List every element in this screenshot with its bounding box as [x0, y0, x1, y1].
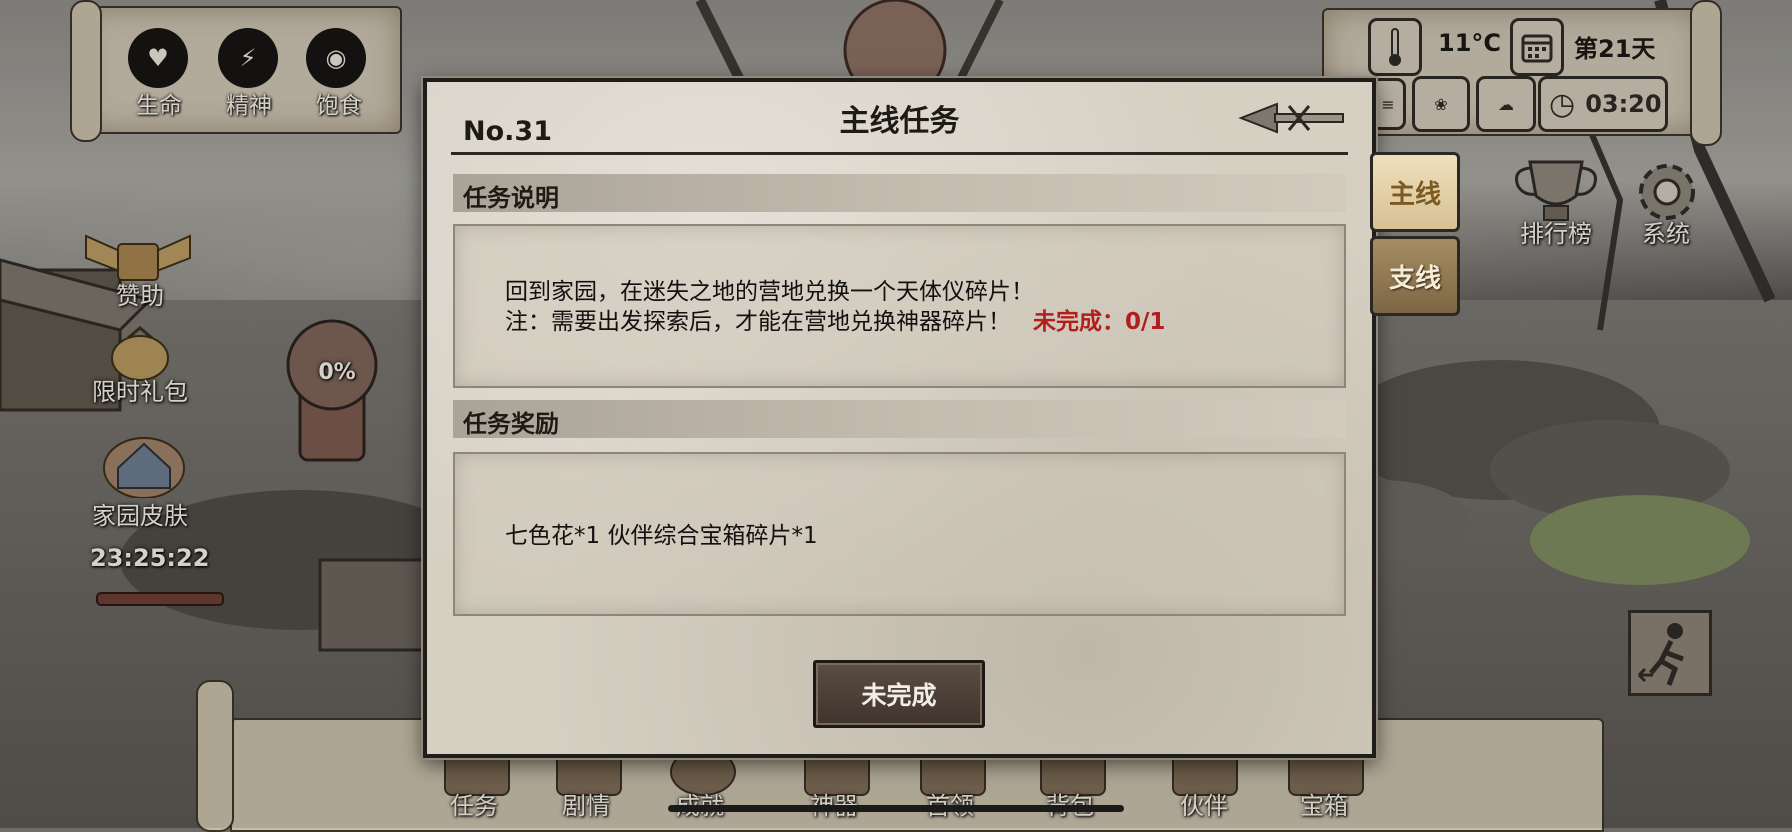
quest-description-line1: 回到家园，在迷失之地的营地兑换一个天体仪碎片！: [505, 279, 1034, 305]
quest-description-line2-row: 注：需要出发探索后，才能在营地兑换神器碎片！ 未完成：0/1: [505, 302, 1165, 336]
description-header-text: 任务说明: [463, 184, 559, 212]
tab-main-quest[interactable]: 主线: [1370, 152, 1460, 232]
title-divider: [451, 152, 1348, 155]
dialog-title: 主线任务: [839, 104, 960, 139]
reward-header-text: 任务奖励: [463, 410, 559, 438]
home-indicator-bar[interactable]: [668, 805, 1124, 812]
main-quest-dialog: 主线任务 No.31 任务说明 回到家园，在迷失之地的营地兑换一个天体仪碎片！ …: [423, 78, 1376, 758]
close-arrow-icon[interactable]: [1237, 96, 1347, 140]
description-box: 回到家园，在迷失之地的营地兑换一个天体仪碎片！ 注：需要出发探索后，才能在营地兑…: [453, 224, 1346, 388]
description-section-header: 任务说明: [453, 174, 1346, 212]
reward-list: 七色花*1 伙伴综合宝箱碎片*1: [505, 523, 818, 549]
quest-description-line2: 注：需要出发探索后，才能在营地兑换神器碎片！: [505, 309, 1011, 335]
quest-number: No.31: [463, 116, 552, 147]
tab-side-quest[interactable]: 支线: [1370, 236, 1460, 316]
reward-section-header: 任务奖励: [453, 400, 1346, 438]
reward-box: 七色花*1 伙伴综合宝箱碎片*1: [453, 452, 1346, 616]
quest-progress-status: 未完成：0/1: [1033, 309, 1166, 335]
quest-status-button[interactable]: 未完成: [813, 660, 985, 728]
